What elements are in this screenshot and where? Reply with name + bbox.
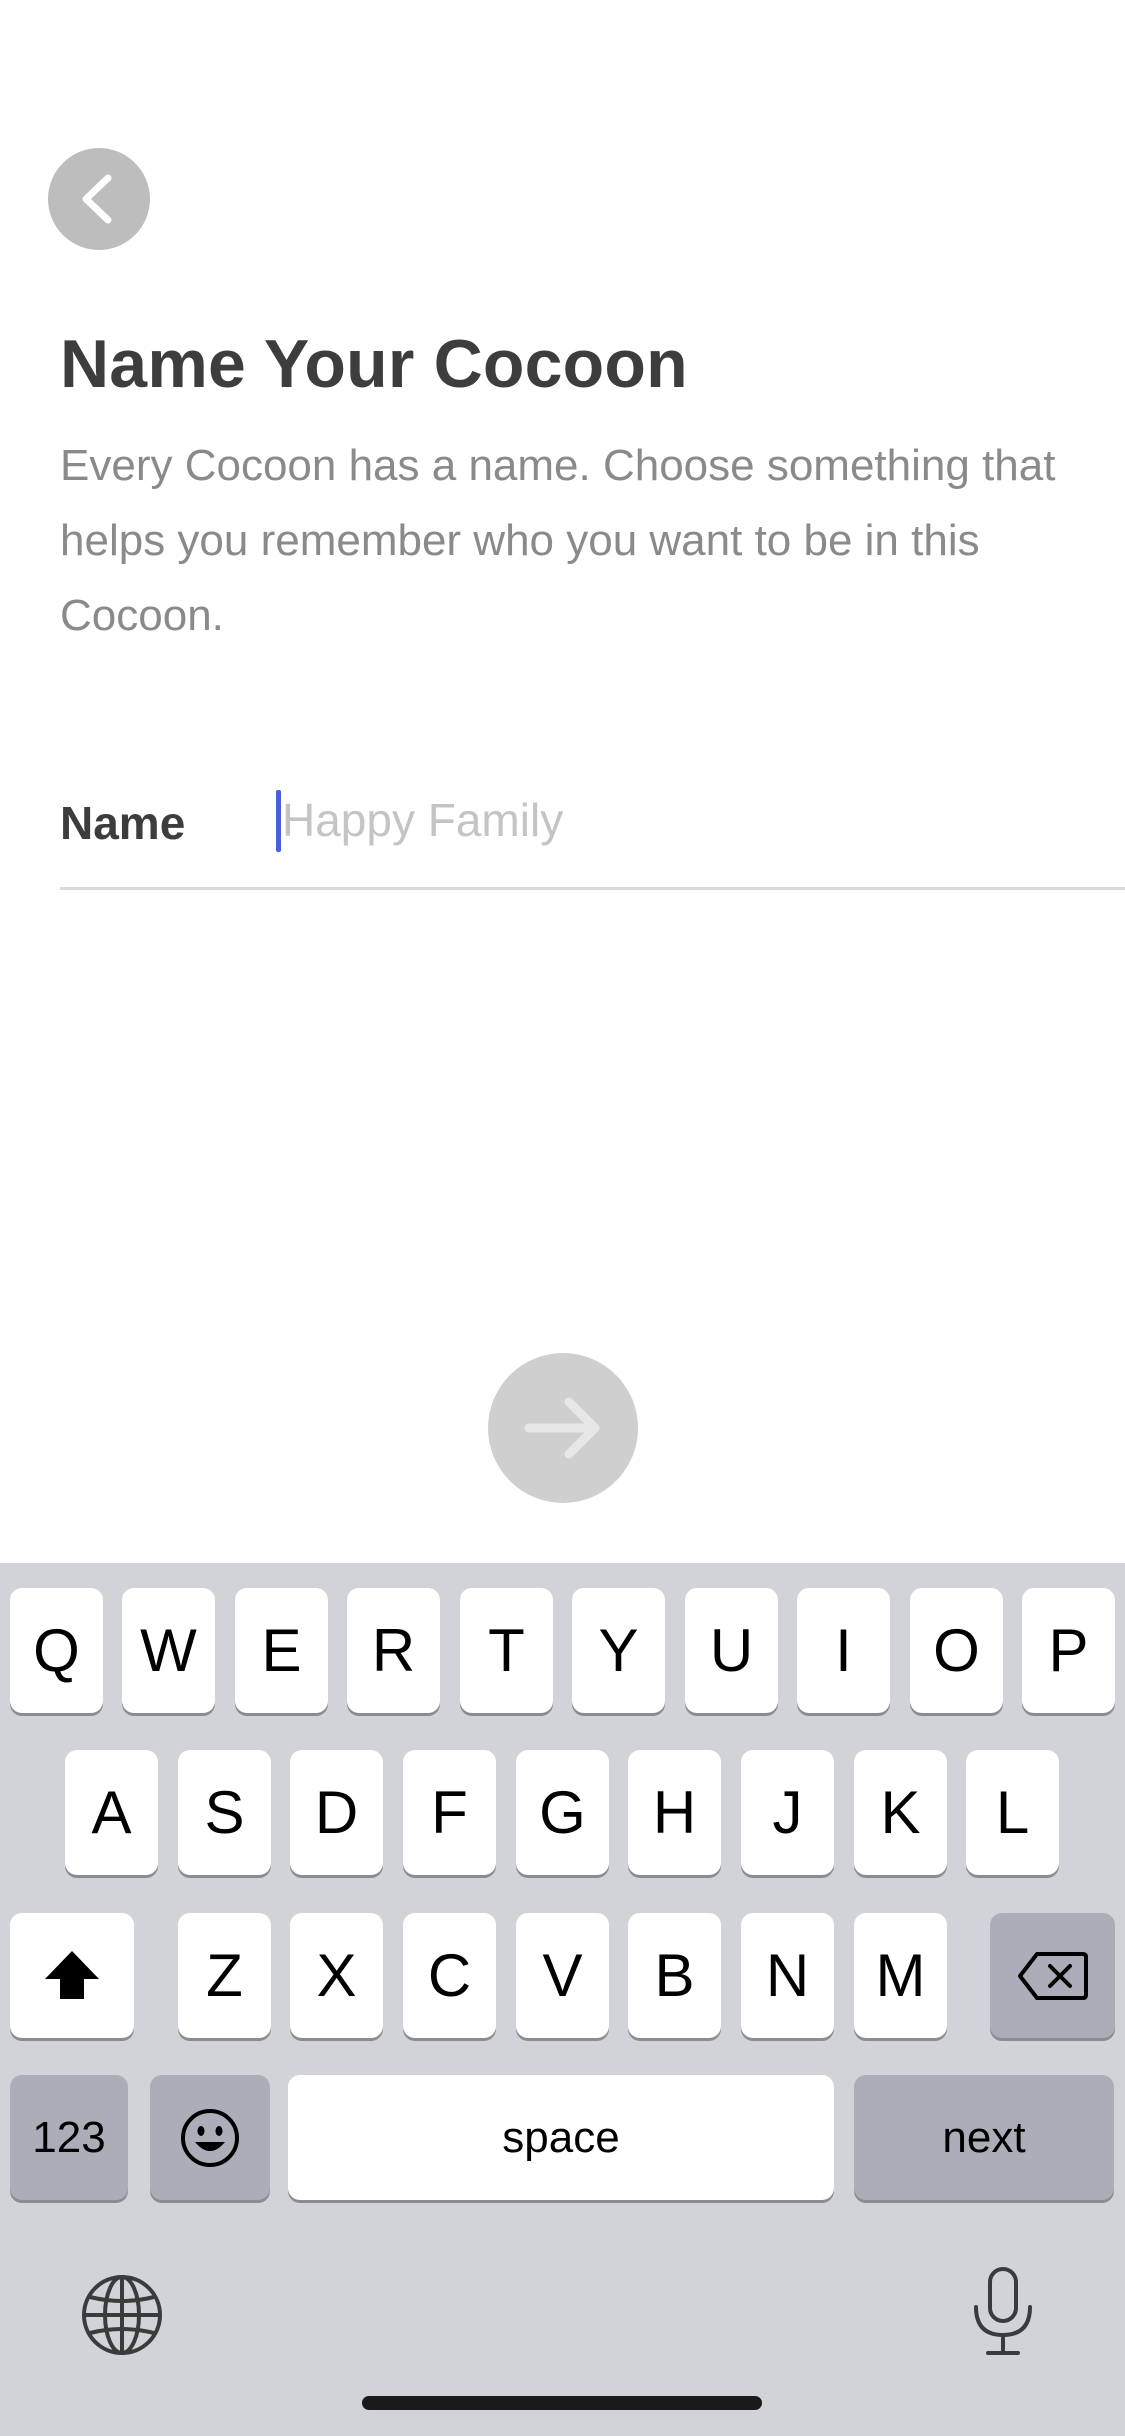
name-field-row: Name — [60, 760, 1125, 890]
key-p[interactable]: P — [1022, 1588, 1115, 1713]
globe-button[interactable] — [80, 2273, 164, 2362]
key-t[interactable]: T — [460, 1588, 553, 1713]
delete-icon — [1017, 1951, 1088, 2000]
numbers-key[interactable]: 123 — [10, 2075, 128, 2200]
back-button[interactable] — [48, 148, 150, 250]
delete-key[interactable] — [990, 1913, 1115, 2038]
keyboard: Q W E R T Y U I O P A S D F G H J K L Z … — [0, 1563, 1125, 2436]
key-a[interactable]: A — [65, 1750, 158, 1875]
microphone-button[interactable] — [968, 2265, 1038, 2364]
text-caret — [276, 790, 281, 852]
key-u[interactable]: U — [685, 1588, 778, 1713]
key-n[interactable]: N — [741, 1913, 834, 2038]
key-f[interactable]: F — [403, 1750, 496, 1875]
microphone-icon — [974, 2267, 1032, 2355]
key-e[interactable]: E — [235, 1588, 328, 1713]
emoji-icon — [181, 2108, 239, 2167]
key-j[interactable]: J — [741, 1750, 834, 1875]
chevron-left-icon — [82, 174, 112, 224]
name-label: Name — [60, 797, 186, 849]
key-x[interactable]: X — [290, 1913, 383, 2038]
space-key[interactable]: space — [288, 2075, 834, 2200]
key-y[interactable]: Y — [572, 1588, 665, 1713]
home-indicator — [362, 2396, 762, 2410]
name-input[interactable] — [276, 782, 1116, 858]
next-button[interactable] — [488, 1353, 638, 1503]
key-k[interactable]: K — [854, 1750, 947, 1875]
key-v[interactable]: V — [516, 1913, 609, 2038]
key-m[interactable]: M — [854, 1913, 947, 2038]
shift-key[interactable] — [10, 1913, 134, 2038]
key-z[interactable]: Z — [178, 1913, 271, 2038]
key-h[interactable]: H — [628, 1750, 721, 1875]
shift-icon — [45, 1950, 99, 1999]
arrow-right-icon — [524, 1397, 600, 1459]
page-title: Name Your Cocoon — [60, 326, 688, 402]
key-o[interactable]: O — [910, 1588, 1003, 1713]
key-b[interactable]: B — [628, 1913, 721, 2038]
key-w[interactable]: W — [122, 1588, 215, 1713]
next-key[interactable]: next — [854, 2075, 1114, 2200]
key-l[interactable]: L — [966, 1750, 1059, 1875]
key-d[interactable]: D — [290, 1750, 383, 1875]
key-c[interactable]: C — [403, 1913, 496, 2038]
globe-icon — [82, 2275, 162, 2355]
page-description: Every Cocoon has a name. Choose somethin… — [60, 441, 1056, 640]
key-r[interactable]: R — [347, 1588, 440, 1713]
emoji-key[interactable] — [150, 2075, 270, 2200]
key-q[interactable]: Q — [10, 1588, 103, 1713]
key-s[interactable]: S — [178, 1750, 271, 1875]
key-i[interactable]: I — [797, 1588, 890, 1713]
key-g[interactable]: G — [516, 1750, 609, 1875]
